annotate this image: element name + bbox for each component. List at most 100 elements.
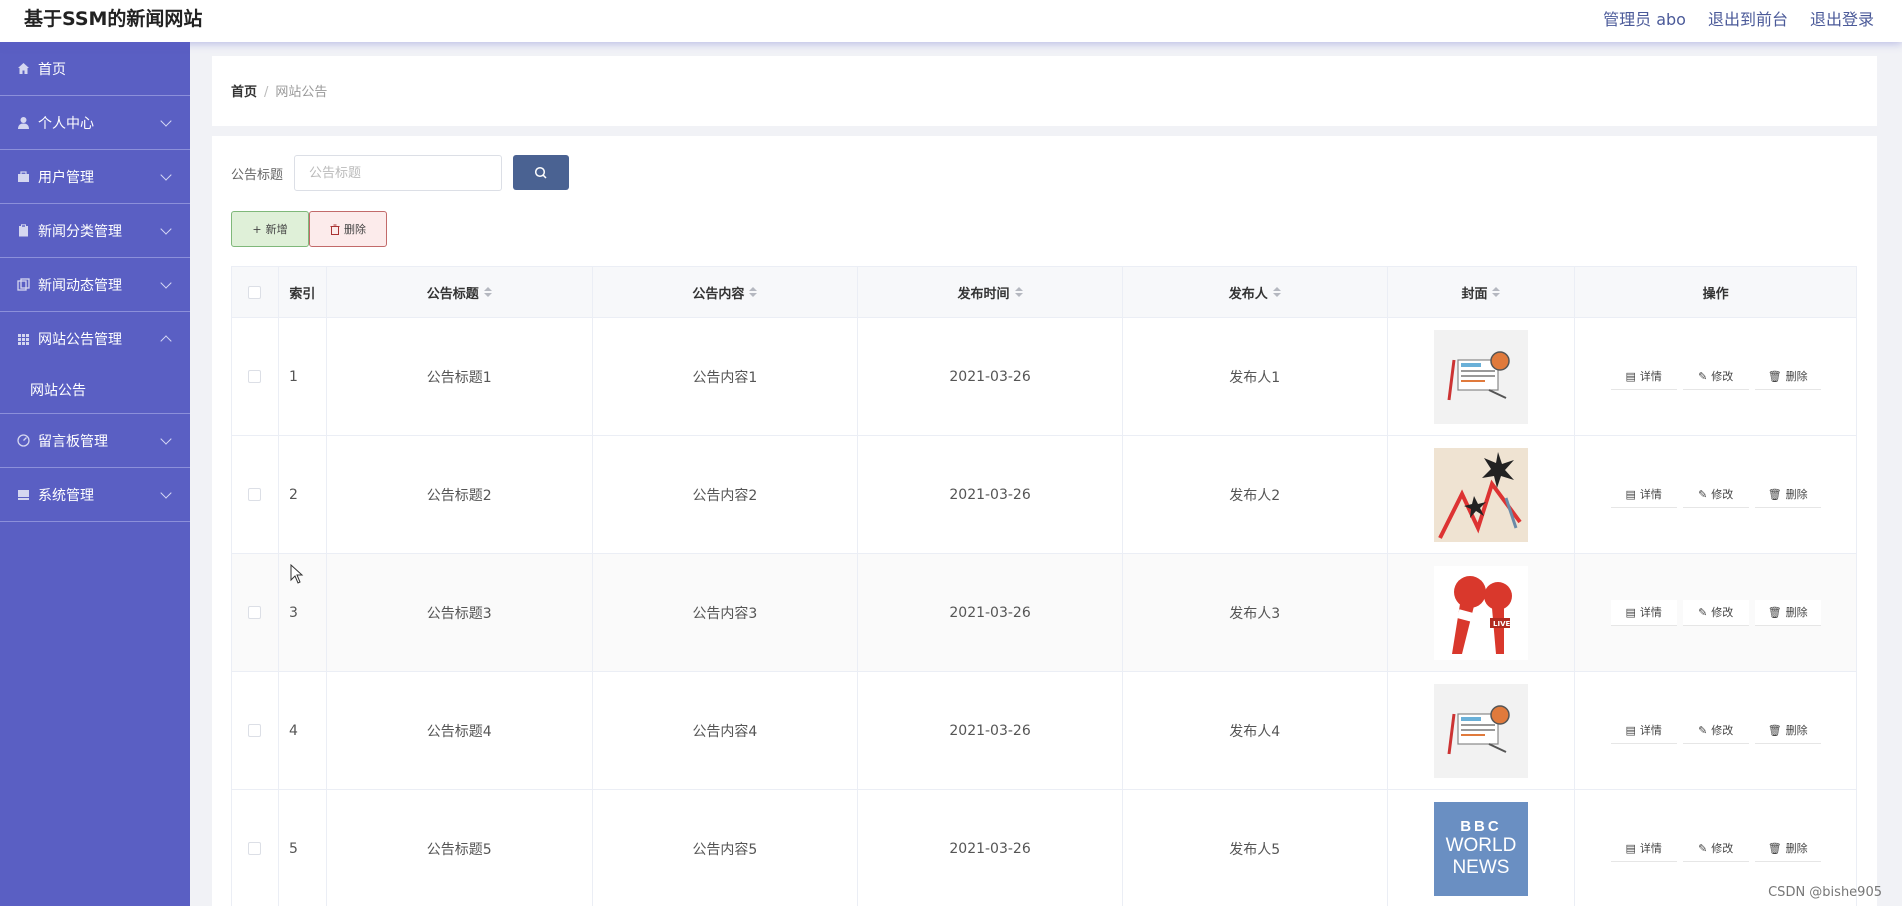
sidebar-item-message-board[interactable]: 留言板管理 [0,414,190,468]
row-checkbox[interactable] [248,842,262,855]
row-index: 2 [279,436,327,553]
row-publisher: 发布人3 [1123,554,1388,671]
pencil-icon: ✎ [1698,487,1708,501]
mouse-cursor-icon [290,564,304,584]
detail-button[interactable]: ▤ 详情 [1610,835,1677,862]
top-links: 管理员 abo 退出到前台 退出登录 [1603,6,1874,30]
header-index: 索引 [279,267,327,317]
cover-image-news-microphone: LIVE [1433,565,1528,660]
detail-button[interactable]: ▤ 详情 [1610,481,1677,508]
header-time[interactable]: 发布时间 [858,267,1123,317]
sidebar-item-label: 系统管理 [38,487,94,504]
breadcrumb-home[interactable]: 首页 [231,85,257,100]
sidebar-item-home[interactable]: 首页 [0,42,190,96]
sidebar-item-user-management[interactable]: 用户管理 [0,150,190,204]
sort-icon[interactable] [1492,287,1501,297]
logout-link[interactable]: 退出登录 [1810,6,1874,30]
edit-button[interactable]: ✎ 修改 [1682,835,1749,862]
chevron-down-icon [160,433,172,445]
row-title: 公告标题2 [327,436,593,553]
trash-icon: 🗑︎ [1767,369,1782,383]
search-input[interactable] [294,155,502,191]
edit-button[interactable]: ✎ 修改 [1682,717,1749,744]
edit-button[interactable]: ✎ 修改 [1682,363,1749,390]
row-delete-button[interactable]: 🗑︎ 删除 [1754,481,1821,508]
chevron-down-icon [160,487,172,499]
document-icon: ▤ [1625,605,1636,619]
sidebar-item-news-category[interactable]: 新闻分类管理 [0,204,190,258]
header-title[interactable]: 公告标题 [327,267,593,317]
row-delete-button[interactable]: 🗑︎ 删除 [1754,717,1821,744]
edit-button[interactable]: ✎ 修改 [1682,481,1749,508]
trash-icon: 🗑︎ [1767,723,1782,737]
sort-icon[interactable] [749,287,758,297]
clipboard-icon [16,224,30,238]
sidebar-item-label: 网站公告管理 [38,332,122,348]
table-row: 5 公告标题5 公告内容5 2021-03-26 发布人5 BBC WORLD … [231,790,1857,906]
sidebar: 首页 个人中心 用户管理 新闻分类管理 新闻动态管理 网站公告管理 网站公告 留… [0,42,190,906]
trash-icon: 🗑︎ [1767,487,1782,501]
search-button[interactable] [513,155,569,190]
row-delete-button[interactable]: 🗑︎ 删除 [1754,599,1821,626]
chevron-down-icon [160,277,172,289]
row-title: 公告标题4 [327,672,593,789]
header-cover[interactable]: 封面 [1388,267,1576,317]
sidebar-subitem-announcement[interactable]: 网站公告 [0,366,190,414]
site-title: 基于SSM的新闻网站 [24,8,203,30]
sort-icon[interactable] [1014,287,1023,297]
sidebar-item-news-dynamic[interactable]: 新闻动态管理 [0,258,190,312]
table-header: 索引 公告标题 公告内容 发布时间 发布人 封面 操作 [231,266,1857,318]
row-index: 5 [279,790,327,906]
detail-button[interactable]: ▤ 详情 [1610,363,1677,390]
briefcase-icon [16,170,30,184]
row-title: 公告标题5 [327,790,593,906]
detail-button[interactable]: ▤ 详情 [1610,717,1677,744]
chevron-down-icon [160,223,172,235]
row-checkbox[interactable] [248,606,262,619]
watermark: CSDN @bishe905 [1768,885,1882,900]
row-checkbox[interactable] [248,488,262,501]
row-delete-button[interactable]: 🗑︎ 删除 [1754,835,1821,862]
sort-icon[interactable] [483,287,492,297]
exit-to-front-link[interactable]: 退出到前台 [1708,6,1788,30]
detail-button[interactable]: ▤ 详情 [1610,599,1677,626]
row-publisher: 发布人2 [1123,436,1388,553]
document-icon: ▤ [1625,723,1636,737]
header-content[interactable]: 公告内容 [593,267,859,317]
drive-icon [16,488,30,502]
row-index: 4 [279,672,327,789]
admin-user-link[interactable]: 管理员 abo [1603,6,1686,30]
breadcrumb: 首页 / 网站公告 [231,81,327,100]
row-publisher: 发布人1 [1123,318,1388,435]
delete-button[interactable]: 删除 [309,211,387,247]
row-delete-button[interactable]: 🗑︎ 删除 [1754,363,1821,390]
user-icon [16,116,30,130]
bbc-logo-line3: NEWS [1452,856,1510,878]
pencil-icon: ✎ [1698,605,1708,619]
row-content: 公告内容5 [593,790,859,906]
trash-icon: 🗑︎ [1767,841,1782,855]
table-row: 2 公告标题2 公告内容2 2021-03-26 发布人2 ▤ 详情 ✎ 修改 🗑︎… [231,436,1857,554]
edit-button[interactable]: ✎ 修改 [1682,599,1749,626]
table-row: 3 公告标题3 公告内容3 2021-03-26 发布人3 LIVE ▤ 详情 ✎… [231,554,1857,672]
header-publisher[interactable]: 发布人 [1123,267,1388,317]
select-all-checkbox[interactable] [248,285,262,299]
row-checkbox[interactable] [248,370,262,383]
sidebar-item-personal-center[interactable]: 个人中心 [0,96,190,150]
sort-icon[interactable] [1272,287,1281,297]
sidebar-item-announcement-management[interactable]: 网站公告管理 [0,312,190,366]
chevron-down-icon [160,169,172,181]
bbc-logo-line2: WORLD [1445,834,1517,856]
announcement-table: 索引 公告标题 公告内容 发布时间 发布人 封面 操作 1 公告标题1 公告内容… [231,266,1857,906]
trash-icon: 🗑︎ [1767,605,1782,619]
document-icon: ▤ [1625,369,1636,383]
pencil-icon: ✎ [1698,841,1708,855]
header-operations: 操作 [1702,286,1729,302]
content-card: 公告标题 + 新增 删除 索引 公告标题 公告内容 发布时间 发布人 封面 操作… [212,136,1877,906]
home-icon [16,62,30,76]
add-button[interactable]: + 新增 [231,211,309,247]
sidebar-item-system-management[interactable]: 系统管理 [0,468,190,522]
cover-image-news-chart [1433,447,1528,542]
delete-button-label: 删除 [344,223,366,236]
row-checkbox[interactable] [248,724,262,737]
